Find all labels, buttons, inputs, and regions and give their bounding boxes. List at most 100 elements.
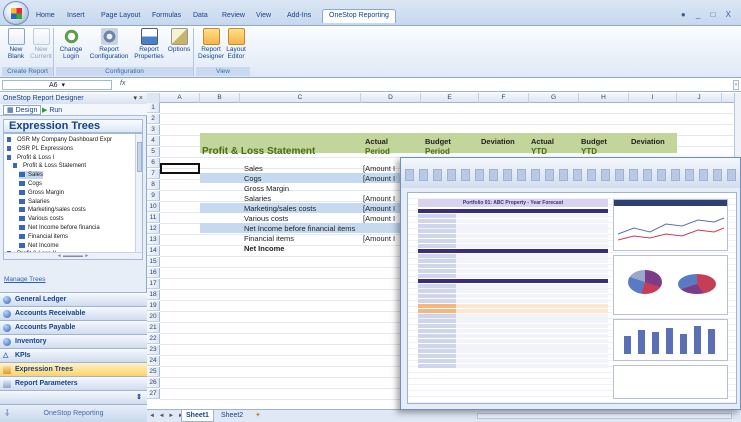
line-item-label[interactable]: Sales	[244, 164, 263, 174]
tab-page-layout[interactable]: Page Layout	[101, 12, 140, 19]
pane-close-button[interactable]: ▾ ×	[133, 93, 143, 104]
insert-function-icon[interactable]: fx	[120, 80, 125, 87]
column-header[interactable]: C	[240, 93, 361, 103]
tree-node[interactable]: Sales	[19, 171, 44, 180]
line-item-label[interactable]: Marketing/sales costs	[244, 204, 316, 214]
sheet-tab-sheet2[interactable]: Sheet2	[217, 410, 247, 422]
row-header[interactable]: 25	[147, 367, 160, 377]
window-controls[interactable]: ● _ □ X	[681, 10, 735, 19]
manage-trees-link[interactable]: Manage Trees	[4, 276, 46, 283]
new-blank-button[interactable]: New Blank	[4, 28, 28, 60]
subheader-period[interactable]: Period	[425, 147, 450, 157]
row-header[interactable]: 11	[147, 213, 160, 223]
options-button[interactable]: Options	[166, 28, 192, 53]
row-header[interactable]: 20	[147, 312, 160, 322]
row-header[interactable]: 22	[147, 334, 160, 344]
tree-node[interactable]: Marketing/sales costs	[19, 206, 86, 214]
column-header[interactable]: F	[479, 93, 529, 103]
tree-node[interactable]: Financial items	[19, 233, 68, 241]
row-header[interactable]: 26	[147, 378, 160, 388]
new-current-button[interactable]: New Current	[29, 28, 53, 60]
statement-title[interactable]: Profit & Loss Statement	[202, 145, 315, 158]
row-header[interactable]: 19	[147, 301, 160, 311]
tab-review[interactable]: Review	[222, 12, 245, 19]
report-configuration-button[interactable]: Report Configuration	[86, 28, 132, 60]
header-deviation-ytd[interactable]: Deviation	[631, 137, 665, 147]
tree-node[interactable]: OSR My Company Dashboard Expr	[7, 136, 112, 144]
tree-node[interactable]: Net Income before financia	[19, 224, 100, 232]
row-header[interactable]: 2	[147, 114, 160, 124]
row-header[interactable]: 21	[147, 323, 160, 333]
row-header[interactable]: 15	[147, 257, 160, 267]
tab-insert[interactable]: Insert	[67, 12, 85, 19]
row-header[interactable]: 23	[147, 345, 160, 355]
report-properties-button[interactable]: Report Properties	[134, 28, 164, 60]
line-item-label[interactable]: Cogs	[244, 174, 262, 184]
header-deviation-period[interactable]: Deviation	[481, 137, 515, 147]
row-header[interactable]: 5	[147, 147, 160, 157]
nav-general-ledger[interactable]: General Ledger	[0, 292, 147, 306]
horizontal-scrollbar[interactable]	[477, 413, 732, 419]
column-header[interactable]: E	[421, 93, 479, 103]
row-header[interactable]: 18	[147, 290, 160, 300]
name-box[interactable]: A6 ▾	[2, 80, 112, 90]
header-budget-ytd[interactable]: Budget	[581, 137, 607, 147]
nav-accounts-payable[interactable]: Accounts Payable	[0, 320, 147, 334]
subheader-ytd[interactable]: YTD	[581, 147, 597, 157]
tab-view[interactable]: View	[256, 12, 271, 19]
subheader-period[interactable]: Period	[365, 147, 390, 157]
layout-editor-button[interactable]: Layout Editor	[224, 28, 248, 60]
row-header[interactable]: 17	[147, 279, 160, 289]
row-header[interactable]: 16	[147, 268, 160, 278]
line-item-label[interactable]: Gross Margin	[244, 184, 289, 194]
nav-overflow[interactable]: ⇕	[0, 390, 147, 404]
design-button[interactable]: ▦ Design	[3, 105, 42, 115]
column-header[interactable]: H	[579, 93, 629, 103]
column-header[interactable]: B	[200, 93, 240, 103]
tree-node[interactable]: Gross Margin	[19, 189, 64, 197]
report-designer-button[interactable]: Report Designer	[198, 28, 224, 60]
nav-kpis[interactable]: △ KPIs	[0, 348, 147, 362]
insert-sheet-icon[interactable]: ✦	[251, 410, 265, 422]
header-budget-period[interactable]: Budget	[425, 137, 451, 147]
tree-node[interactable]: Various costs	[19, 215, 64, 223]
tab-add-ins[interactable]: Add-Ins	[287, 12, 311, 19]
tree-node[interactable]: Salaries	[19, 198, 50, 206]
row-header[interactable]: 8	[147, 180, 160, 190]
row-header[interactable]: 24	[147, 356, 160, 366]
run-button[interactable]: ▶ Run	[38, 105, 66, 115]
change-login-button[interactable]: Change Login	[58, 28, 84, 60]
line-item-label[interactable]: Various costs	[244, 214, 288, 224]
row-header[interactable]: 6	[147, 158, 160, 168]
line-item-label[interactable]: Net Income	[244, 244, 284, 254]
subheader-ytd[interactable]: YTD	[531, 147, 547, 157]
row-header[interactable]: 9	[147, 191, 160, 201]
nav-accounts-receivable[interactable]: Accounts Receivable	[0, 306, 147, 320]
nav-expression-trees[interactable]: Expression Trees	[0, 362, 147, 376]
column-header[interactable]: J	[677, 93, 722, 103]
column-header[interactable]: G	[529, 93, 579, 103]
row-header[interactable]: 4	[147, 136, 160, 146]
row-header[interactable]: 13	[147, 235, 160, 245]
line-item-label[interactable]: Financial items	[244, 234, 294, 244]
office-button-icon[interactable]	[3, 1, 29, 25]
tree-node[interactable]: Profit & Loss Statement	[13, 162, 86, 170]
column-header[interactable]: I	[629, 93, 677, 103]
row-header[interactable]: 14	[147, 246, 160, 256]
tab-formulas[interactable]: Formulas	[152, 12, 181, 19]
tree-horizontal-scrollbar[interactable]: ◄ ▬▬▬▬ ►	[4, 252, 142, 259]
row-header[interactable]: 3	[147, 125, 160, 135]
tree-node[interactable]: Cogs	[19, 180, 42, 188]
tab-home[interactable]: Home	[36, 12, 55, 19]
sheet-nav-arrows[interactable]: ◄ ◄ ► ►	[149, 410, 185, 422]
line-item-label[interactable]: Salaries	[244, 194, 271, 204]
row-header[interactable]: 12	[147, 224, 160, 234]
sheet-tab-sheet1[interactable]: Sheet1	[181, 410, 214, 422]
tree-vertical-scrollbar[interactable]	[135, 134, 142, 259]
row-header[interactable]: 27	[147, 389, 160, 399]
row-header[interactable]: 1	[147, 103, 160, 113]
header-actual-ytd[interactable]: Actual	[531, 137, 554, 147]
tree-node[interactable]: Net Income	[19, 242, 59, 250]
header-actual-period[interactable]: Actual	[365, 137, 388, 147]
tree-node[interactable]: OSR PL Expressions	[7, 145, 73, 153]
